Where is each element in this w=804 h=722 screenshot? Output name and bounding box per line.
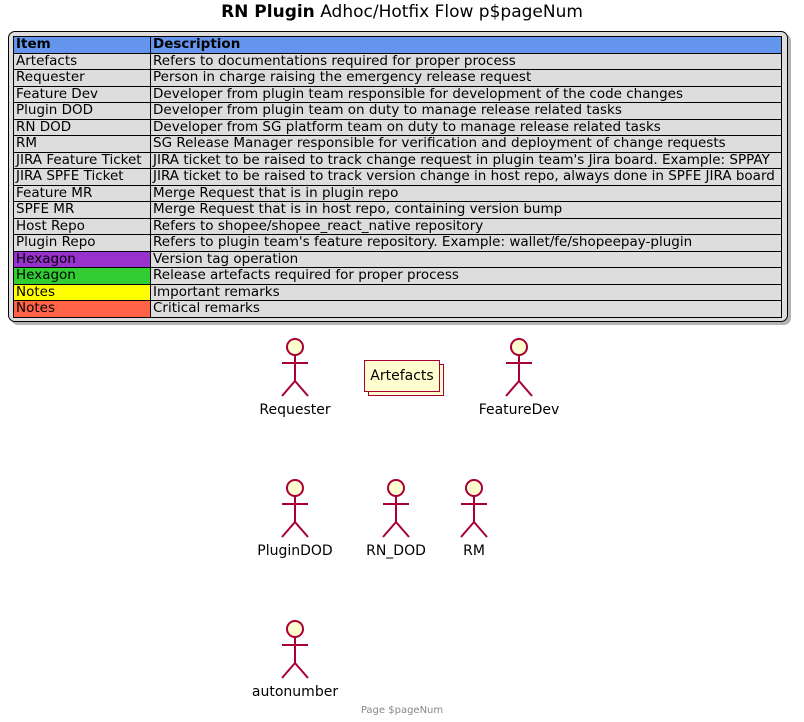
diagram-title: RN Plugin Adhoc/Hotfix Flow p$pageNum (0, 1, 804, 23)
legend-row: Requester Person in charge raising the em… (13, 69, 782, 87)
legend-description-cell: Refers to documentations required for pr… (150, 52, 782, 70)
legend-item-cell: JIRA SPFE Ticket (13, 168, 151, 186)
legend-item-cell: SPFE MR (13, 201, 151, 219)
legend-description-cell: JIRA ticket to be raised to track change… (150, 151, 782, 169)
legend-item-cell: RN DOD (13, 118, 151, 136)
legend-row: JIRA Feature Ticket JIRA ticket to be rai… (13, 151, 782, 169)
legend-description-cell: Person in charge raising the emergency r… (150, 69, 782, 87)
actor-requester-label: Requester (259, 402, 331, 418)
actor-requester: Requester (235, 337, 355, 418)
legend-header-row: Item Description (13, 36, 782, 54)
legend-description-cell: Merge Request that is in host repo, cont… (150, 201, 782, 219)
legend-item-cell: Plugin Repo (13, 234, 151, 252)
legend-item-cell: JIRA Feature Ticket (13, 151, 151, 169)
legend-item-cell: Feature Dev (13, 85, 151, 103)
actor-autonumber-label: autonumber (251, 684, 339, 700)
legend-description-cell: Critical remarks (150, 300, 782, 318)
legend-item-cell: Hexagon (13, 250, 151, 268)
legend-description-cell: Refers to plugin team's feature reposito… (150, 234, 782, 252)
actor-rm-label: RM (463, 543, 485, 559)
diagram-title-rest: Adhoc/Hotfix Flow p$pageNum (320, 2, 583, 22)
artefacts-label: Artefacts (364, 360, 440, 392)
actor-rm: RM (414, 478, 534, 559)
actor-featuredev-label: FeatureDev (478, 402, 560, 418)
stick-figure-icon (505, 338, 533, 397)
legend-header-item: Item (13, 36, 151, 54)
legend-row: JIRA SPFE Ticket JIRA ticket to be raised… (13, 168, 782, 186)
legend-description-cell: Refers to shopee/shopee_react_native rep… (150, 217, 782, 235)
legend-row: Plugin Repo Refers to plugin team's featu… (13, 234, 782, 252)
legend-table: Item Description Artefacts Refers to docu… (13, 36, 782, 318)
legend-description-cell: Important remarks (150, 283, 782, 301)
legend-description-cell: JIRA ticket to be raised to track versio… (150, 168, 782, 186)
legend-row: Plugin DOD Developer from plugin team on … (13, 102, 782, 120)
page-footer: Page $pageNum (360, 705, 444, 716)
stick-figure-icon (460, 479, 488, 538)
legend-row: Notes Critical remarks (13, 300, 782, 318)
legend-item-cell: RM (13, 135, 151, 153)
legend-row: Hexagon Version tag operation (13, 250, 782, 268)
stick-figure-icon (281, 479, 309, 538)
stick-figure-icon (382, 479, 410, 538)
legend-row: Hexagon Release artefacts required for pr… (13, 267, 782, 285)
legend-item-cell: Requester (13, 69, 151, 87)
legend-row: Feature MR Merge Request that is in plugi… (13, 184, 782, 202)
legend-row: RM SG Release Manager responsible for ver… (13, 135, 782, 153)
legend-description-cell: Developer from SG platform team on duty … (150, 118, 782, 136)
stick-figure-icon (281, 338, 309, 397)
legend-description-cell: Developer from plugin team on duty to ma… (150, 102, 782, 120)
legend-item-cell: Hexagon (13, 267, 151, 285)
stick-figure-icon (281, 620, 309, 679)
diagram-title-bold: RN Plugin (221, 2, 315, 22)
legend-item-cell: Feature MR (13, 184, 151, 202)
legend-header-description: Description (150, 36, 782, 54)
legend-item-cell: Notes (13, 283, 151, 301)
legend-description-cell: Version tag operation (150, 250, 782, 268)
legend-description-cell: Merge Request that is in plugin repo (150, 184, 782, 202)
legend-body: Artefacts Refers to documentations requir… (13, 52, 782, 318)
legend-description-cell: Developer from plugin team responsible f… (150, 85, 782, 103)
actor-autonumber: autonumber (235, 619, 355, 700)
legend-description-cell: Release artefacts required for proper pr… (150, 267, 782, 285)
legend-item-cell: Host Repo (13, 217, 151, 235)
legend-row: Host Repo Refers to shopee/shopee_react_n… (13, 217, 782, 235)
legend-item-cell: Plugin DOD (13, 102, 151, 120)
legend-row: RN DOD Developer from SG platform team on… (13, 118, 782, 136)
legend-row: Feature Dev Developer from plugin team re… (13, 85, 782, 103)
legend-row: SPFE MR Merge Request that is in host rep… (13, 201, 782, 219)
legend-description-cell: SG Release Manager responsible for verif… (150, 135, 782, 153)
legend-row: Artefacts Refers to documentations requir… (13, 52, 782, 70)
legend-item-cell: Notes (13, 300, 151, 318)
actor-featuredev: FeatureDev (459, 337, 579, 418)
legend-item-cell: Artefacts (13, 52, 151, 70)
legend-row: Notes Important remarks (13, 283, 782, 301)
